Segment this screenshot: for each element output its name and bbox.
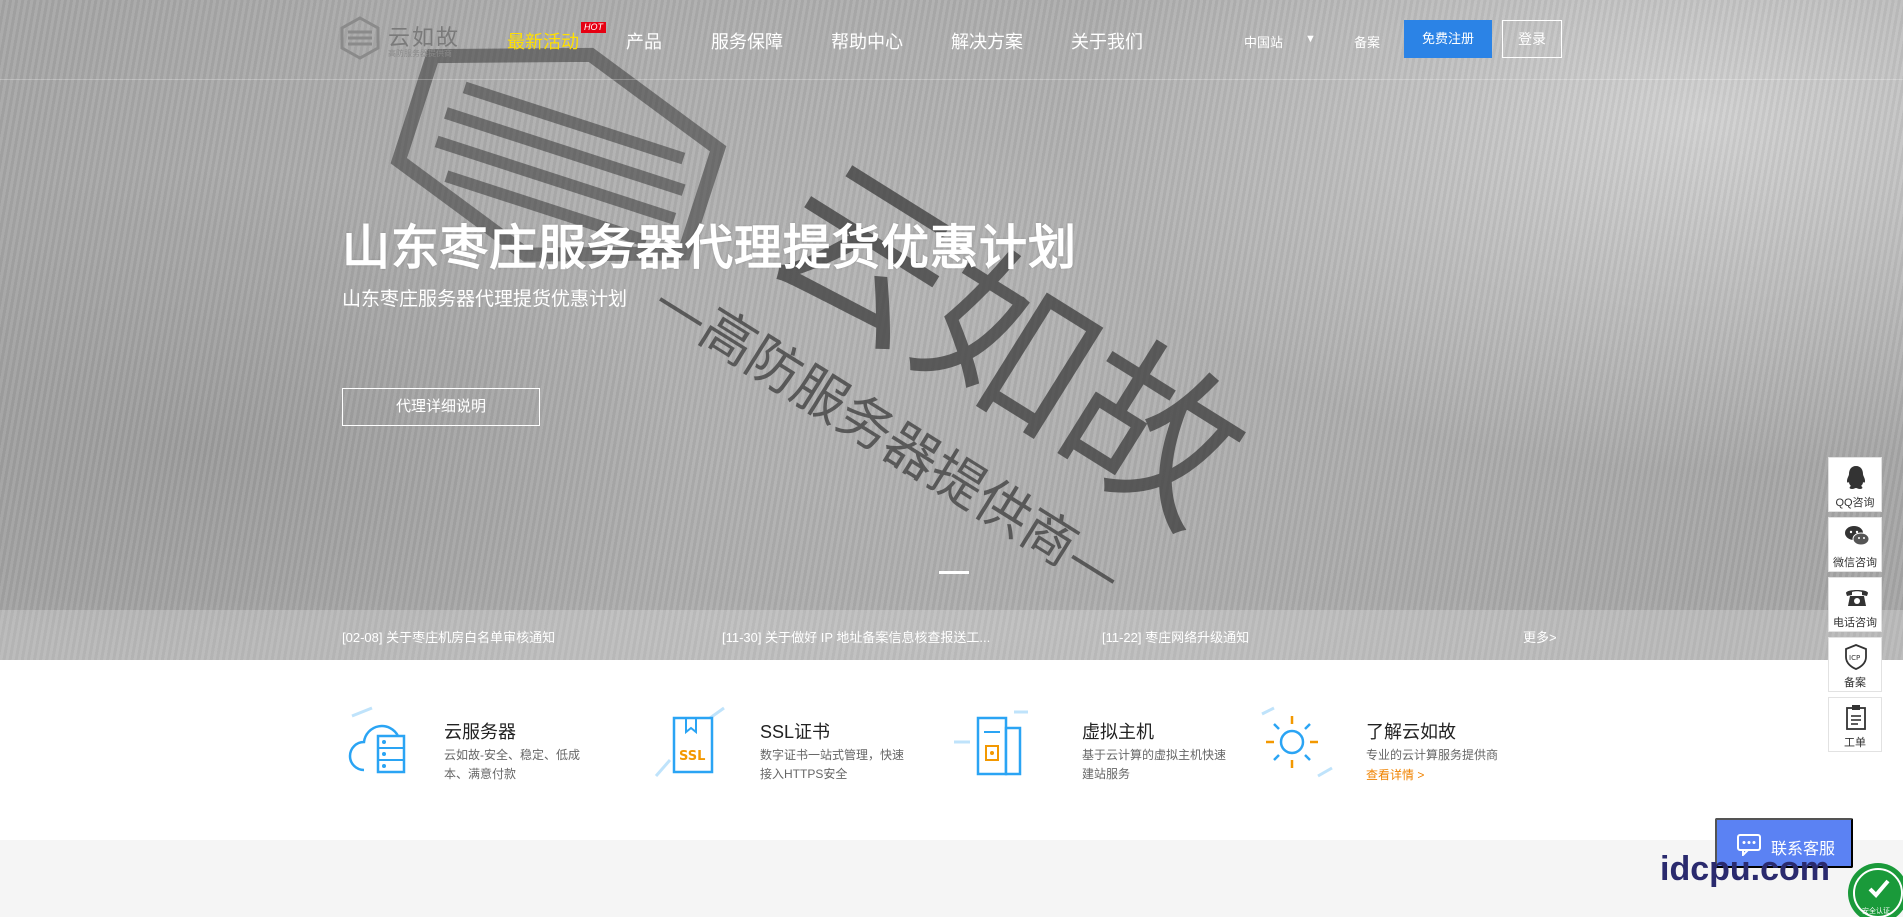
- sidebar-label: 工单: [1844, 737, 1866, 749]
- register-button[interactable]: 免费注册: [1404, 20, 1492, 58]
- logo-subtext: 高防服务器提供商: [388, 49, 452, 58]
- sidebar-wechat-consult[interactable]: 微信咨询: [1828, 517, 1882, 572]
- sun-icon: [1261, 706, 1333, 778]
- login-button[interactable]: 登录: [1502, 20, 1562, 58]
- sidebar-label: 微信咨询: [1833, 557, 1877, 569]
- nav-item-solutions[interactable]: 解决方案: [951, 28, 1023, 54]
- sidebar-label: 备案: [1844, 677, 1866, 689]
- security-seal-icon: 安全认证: [1848, 863, 1903, 917]
- feature-title: SSL证书: [760, 722, 831, 742]
- sidebar-qq-consult[interactable]: QQ咨询: [1828, 457, 1882, 512]
- sidebar-label: QQ咨询: [1835, 497, 1875, 509]
- beian-link[interactable]: 备案: [1354, 32, 1380, 51]
- wechat-icon: [1845, 526, 1870, 546]
- sidebar-beian[interactable]: ICP 备案: [1828, 637, 1882, 692]
- news-item[interactable]: [11-22] 枣庄网络升级通知: [1102, 627, 1249, 646]
- feature-desc: 数字证书一站式管理，快速接入HTTPS安全: [760, 748, 905, 781]
- feature-strip: 云服务器 云如故-安全、稳定、低成本、满意付款 SSL SSL证书 数字证书一站…: [0, 660, 1903, 840]
- nav-item-about-us[interactable]: 关于我们: [1071, 28, 1143, 54]
- news-more-link[interactable]: 更多>: [1523, 627, 1557, 646]
- news-bar: [02-08] 关于枣庄机房白名单审核通知 [11-30] 关于做好 IP 地址…: [0, 610, 1903, 660]
- phone-icon: [1846, 590, 1868, 606]
- feature-title: 虚拟主机: [1082, 722, 1154, 742]
- page-lower-section: [0, 840, 1903, 917]
- hero-subtitle: 山东枣庄服务器代理提货优惠计划: [342, 289, 628, 310]
- icp-icon: ICP: [1845, 644, 1867, 670]
- site-watermark: idcpu.com: [1660, 850, 1831, 888]
- sidebar-phone-consult[interactable]: 电话咨询: [1828, 577, 1882, 632]
- news-item[interactable]: [11-30] 关于做好 IP 地址备案信息核查报送工...: [722, 627, 990, 646]
- virtual-host-icon: [954, 710, 1028, 776]
- hero-background-art: 云如故 —高防服务器提供商—: [390, 47, 1276, 607]
- seal-label: 安全认证: [1862, 906, 1890, 915]
- nav-item-help-center[interactable]: 帮助中心: [831, 28, 903, 54]
- feature-desc: 云如故-安全、稳定、低成本、满意付款: [444, 748, 580, 781]
- logo-hex-icon: [340, 16, 380, 60]
- feature-desc: 专业的云计算服务提供商: [1366, 748, 1499, 762]
- site-logo[interactable]: 云如故 高防服务器提供商: [340, 16, 470, 60]
- feature-title: 了解云如故: [1366, 722, 1456, 742]
- chevron-down-icon[interactable]: ▼: [1305, 33, 1316, 45]
- feature-title: 云服务器: [444, 722, 516, 742]
- qq-icon: [1847, 466, 1865, 489]
- agent-details-button[interactable]: 代理详细说明: [342, 388, 540, 426]
- news-item[interactable]: [02-08] 关于枣庄机房白名单审核通知: [342, 627, 555, 646]
- ticket-icon: [1846, 705, 1866, 730]
- carousel-indicator[interactable]: [939, 571, 969, 574]
- region-selector[interactable]: 中国站: [1244, 32, 1283, 51]
- feature-desc: 基于云计算的虚拟主机快速建站服务: [1082, 748, 1227, 781]
- icp-icon-label: ICP: [1849, 654, 1860, 662]
- nav-label: 最新活动: [507, 32, 579, 52]
- nav-item-service-guarantee[interactable]: 服务保障: [711, 28, 783, 54]
- nav-item-products[interactable]: 产品: [626, 28, 662, 54]
- nav-item-latest-activities[interactable]: 最新活动 HOT: [507, 22, 606, 54]
- sidebar-label: 电话咨询: [1833, 617, 1877, 629]
- view-details-link[interactable]: 查看详情 >: [1366, 766, 1424, 783]
- site-header: 云如故 高防服务器提供商 最新活动 HOT 产品 服务保障 帮助中心 解决方案 …: [0, 0, 1903, 80]
- hero-title: 山东枣庄服务器代理提货优惠计划: [342, 222, 1078, 275]
- ssl-certificate-icon: SSL: [654, 706, 725, 777]
- ssl-icon-label: SSL: [679, 749, 705, 764]
- hot-badge: HOT: [581, 22, 606, 33]
- sidebar-ticket[interactable]: 工单: [1828, 697, 1882, 752]
- hero-banner: 云如故 —高防服务器提供商— 云如故 高防服务器提供商 最新活动 HOT 产品 …: [0, 0, 1903, 660]
- cloud-server-icon: [348, 706, 406, 774]
